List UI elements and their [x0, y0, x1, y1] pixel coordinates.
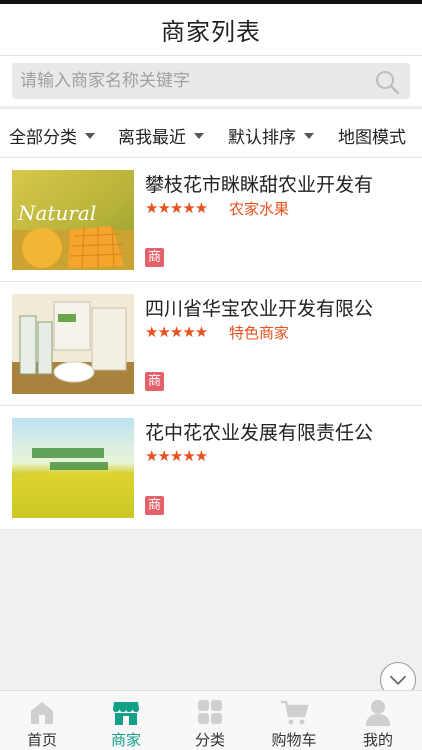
filter-category[interactable]: 全部分类 — [9, 123, 95, 148]
user-icon — [366, 700, 390, 726]
merchant-name[interactable]: 四川省华宝农业开发有限公 — [145, 294, 415, 321]
filter-map-mode-label: 地图模式 — [338, 128, 406, 148]
merchant-name[interactable]: 攀枝花市眯眯甜农业开发有 — [145, 170, 415, 197]
merchant-item[interactable]: 四川省华宝农业开发有限公 ★★★★★ 特色商家 商 — [0, 282, 422, 406]
tab-label: 分类 — [194, 731, 225, 749]
page-header: 商家列表 — [0, 4, 422, 56]
thumbnail-text: Natural — [17, 201, 96, 225]
star-rating: ★★★★★ — [145, 199, 208, 217]
merchant-list: Natural 攀枝花市眯眯甜农业开发有 ★★★★★ 农家水果 商 四川省华宝农… — [0, 158, 422, 530]
search-input[interactable] — [12, 63, 372, 99]
merchant-name[interactable]: 花中花农业发展有限责任公 — [145, 418, 415, 445]
filter-distance-label: 离我最近 — [118, 128, 186, 148]
tab-home[interactable]: 首页 — [0, 691, 84, 750]
search-icon[interactable] — [374, 69, 400, 95]
cart-icon — [281, 700, 309, 725]
merchant-category: 特色商家 — [229, 324, 290, 342]
merchant-item[interactable]: 花中花农业发展有限责任公 ★★★★★ 商 — [0, 406, 422, 530]
merchant-thumbnail: Natural — [12, 170, 134, 270]
bottom-tab-bar: 首页 商家 分类 购物车 我的 — [0, 690, 422, 750]
shop-badge: 商 — [145, 496, 164, 515]
tab-label: 购物车 — [271, 731, 317, 749]
merchant-thumbnail — [12, 418, 134, 518]
caret-down-icon — [85, 132, 95, 139]
shop-badge: 商 — [145, 248, 164, 267]
tab-label: 首页 — [26, 731, 57, 749]
filter-map-mode[interactable]: 地图模式 — [338, 123, 406, 148]
merchant-thumbnail — [12, 294, 134, 394]
star-rating: ★★★★★ — [145, 323, 208, 341]
grid-icon — [198, 700, 222, 724]
filter-sort-label: 默认排序 — [228, 128, 296, 148]
tab-profile[interactable]: 我的 — [336, 691, 420, 750]
caret-down-icon — [304, 132, 314, 139]
tab-categories[interactable]: 分类 — [168, 691, 252, 750]
filter-distance[interactable]: 离我最近 — [118, 123, 204, 148]
shop-badge: 商 — [145, 372, 164, 391]
filter-category-label: 全部分类 — [9, 128, 77, 148]
tab-label: 商家 — [110, 731, 141, 749]
star-rating: ★★★★★ — [145, 447, 208, 465]
merchant-category: 农家水果 — [229, 200, 290, 218]
page-title: 商家列表 — [161, 18, 261, 46]
home-icon — [31, 702, 53, 724]
tab-label: 我的 — [362, 731, 393, 749]
merchant-item[interactable]: Natural 攀枝花市眯眯甜农业开发有 ★★★★★ 农家水果 商 — [0, 158, 422, 282]
search-box[interactable] — [12, 63, 410, 99]
tab-cart[interactable]: 购物车 — [252, 691, 336, 750]
caret-down-icon — [194, 132, 204, 139]
filter-sort[interactable]: 默认排序 — [228, 123, 314, 148]
tab-merchants[interactable]: 商家 — [84, 691, 168, 750]
filter-bar: 全部分类 离我最近 默认排序 地图模式 — [0, 108, 422, 158]
shop-icon — [113, 702, 139, 725]
search-bar — [0, 56, 422, 106]
